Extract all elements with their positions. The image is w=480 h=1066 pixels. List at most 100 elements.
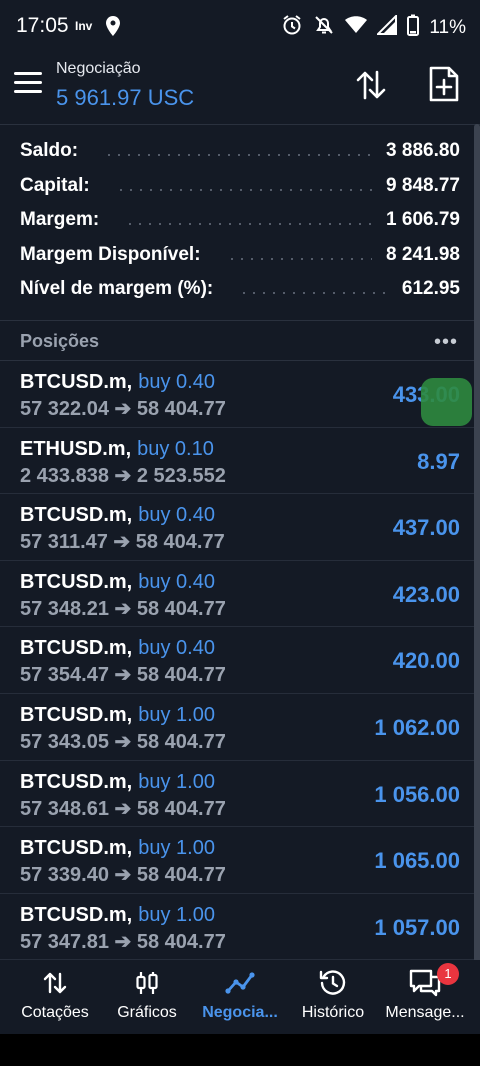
summary-value: 1 606.79 — [386, 209, 460, 231]
bottom-navigation: Cotações Gráficos Negocia... Histórico 1 — [0, 960, 480, 1034]
position-prices: 57 343.05 ➔ 58 404.77 — [20, 730, 226, 753]
positions-list: BTCUSD.m, buy 0.40 57 322.04 ➔ 58 404.77 … — [0, 361, 480, 961]
sort-button[interactable] — [354, 68, 388, 102]
position-prices: 57 348.21 ➔ 58 404.77 — [20, 597, 226, 620]
summary-row-free-margin: Margem Disponível: 8 241.98 — [0, 238, 480, 273]
position-profit: 437.00 — [392, 515, 460, 541]
nav-label: Negocia... — [202, 1004, 278, 1021]
menu-button[interactable] — [14, 72, 42, 94]
nav-item-messages[interactable]: 1 Mensage... — [378, 960, 472, 1034]
position-prices: 57 311.47 ➔ 58 404.77 — [20, 531, 225, 554]
nav-item-charts[interactable]: Gráficos — [104, 960, 190, 1034]
position-prices: 2 433.838 ➔ 2 523.552 — [20, 464, 226, 487]
mute-notifications-icon — [313, 14, 335, 41]
position-row[interactable]: BTCUSD.m, buy 1.00 57 347.81 ➔ 58 404.77 … — [0, 894, 480, 961]
nav-label: Cotações — [21, 1004, 89, 1021]
nav-label: Gráficos — [117, 1004, 177, 1021]
position-symbol: ETHUSD.m, — [20, 437, 132, 460]
position-side: buy 0.40 — [138, 570, 215, 593]
position-side: buy 0.40 — [138, 504, 215, 527]
position-symbol: BTCUSD.m, — [20, 903, 133, 926]
scrollbar[interactable] — [474, 124, 480, 964]
dotted-leader — [125, 223, 373, 226]
position-row[interactable]: BTCUSD.m, buy 0.40 57 311.47 ➔ 58 404.77 … — [0, 494, 480, 561]
nav-item-history[interactable]: Histórico — [292, 960, 374, 1034]
status-time: 17:05 — [16, 14, 69, 37]
trade-icon — [225, 968, 255, 998]
position-side: buy 1.00 — [138, 903, 215, 926]
position-profit: 8.97 — [417, 448, 460, 474]
position-row[interactable]: ETHUSD.m, buy 0.10 2 433.838 ➔ 2 523.552 … — [0, 428, 480, 495]
more-options-icon[interactable]: ••• — [434, 331, 458, 354]
position-row[interactable]: BTCUSD.m, buy 1.00 57 348.61 ➔ 58 404.77 … — [0, 761, 480, 828]
position-symbol: BTCUSD.m, — [20, 371, 133, 393]
position-row[interactable]: BTCUSD.m, buy 1.00 57 339.40 ➔ 58 404.77 … — [0, 827, 480, 894]
summary-row-margin: Margem: 1 606.79 — [0, 203, 480, 238]
account-name[interactable]: Negociação — [56, 60, 141, 78]
position-row[interactable]: BTCUSD.m, buy 1.00 57 343.05 ➔ 58 404.77 … — [0, 694, 480, 761]
position-profit: 423.00 — [392, 581, 460, 607]
position-row[interactable]: BTCUSD.m, buy 0.40 57 322.04 ➔ 58 404.77 … — [0, 361, 480, 428]
position-symbol: BTCUSD.m, — [20, 570, 133, 593]
position-symbol: BTCUSD.m, — [20, 637, 133, 660]
header-divider — [0, 124, 480, 125]
nav-label: Mensage... — [385, 1004, 465, 1021]
nav-label: Histórico — [301, 1004, 365, 1021]
positions-title: Posições — [20, 331, 100, 351]
new-document-icon — [429, 66, 459, 102]
position-prices: 57 347.81 ➔ 58 404.77 — [20, 930, 226, 953]
position-side: buy 0.40 — [138, 637, 215, 660]
summary-value: 3 886.80 — [386, 140, 460, 162]
summary-value: 9 848.77 — [386, 174, 460, 196]
sort-arrows-icon — [356, 70, 386, 100]
summary-divider — [0, 320, 480, 321]
position-side: buy 0.10 — [137, 437, 214, 460]
history-icon — [318, 968, 348, 998]
position-profit: 1 062.00 — [374, 714, 460, 740]
position-prices: 57 348.61 ➔ 58 404.77 — [20, 797, 226, 820]
unread-badge: 1 — [437, 963, 459, 985]
nav-item-quotes[interactable]: Cotações — [10, 960, 100, 1034]
floating-action-button[interactable] — [421, 378, 472, 426]
summary-row-margin-level: Nível de margem (%): 612.95 — [0, 272, 480, 307]
account-balance[interactable]: 5 961.97 USC — [56, 85, 194, 111]
alarm-icon — [281, 14, 303, 41]
nav-item-trade[interactable]: Negocia... — [192, 960, 288, 1034]
status-bar: 17:05 Inv 11% — [0, 0, 480, 52]
position-row[interactable]: BTCUSD.m, buy 0.40 57 348.21 ➔ 58 404.77 … — [0, 561, 480, 628]
positions-header: Posições ••• — [0, 322, 480, 360]
position-symbol: BTCUSD.m, — [20, 770, 133, 793]
summary-row-equity: Capital: 9 848.77 — [0, 169, 480, 204]
summary-value: 8 241.98 — [386, 243, 460, 265]
position-symbol: BTCUSD.m, — [20, 504, 133, 527]
position-profit: 1 057.00 — [374, 914, 460, 940]
wifi-icon — [345, 15, 368, 40]
summary-label: Margem: — [20, 209, 100, 231]
messages-icon: 1 — [408, 963, 459, 998]
position-profit: 1 056.00 — [374, 781, 460, 807]
summary-row-balance: Saldo: 3 886.80 — [0, 134, 480, 169]
dotted-leader — [115, 188, 373, 191]
summary-label: Capital: — [20, 174, 90, 196]
app-screen: 17:05 Inv 11% Negociação 5 961.97 USC Sa… — [0, 0, 480, 1034]
position-side: buy 1.00 — [138, 703, 215, 726]
position-side: buy 1.00 — [138, 837, 215, 860]
position-prices: 57 322.04 ➔ 58 404.77 — [20, 398, 226, 420]
new-order-button[interactable] — [428, 66, 460, 102]
menu-icon — [14, 72, 42, 75]
battery-percent: 11% — [429, 16, 466, 38]
summary-value: 612.95 — [401, 278, 460, 300]
app-header: Negociação 5 961.97 USC — [0, 52, 480, 122]
position-symbol: BTCUSD.m, — [20, 703, 133, 726]
dotted-leader — [226, 257, 373, 260]
carrier-icon: Inv — [75, 19, 93, 33]
position-row[interactable]: BTCUSD.m, buy 0.40 57 354.47 ➔ 58 404.77 … — [0, 627, 480, 694]
summary-label: Nível de margem (%): — [20, 278, 214, 300]
position-side: buy 1.00 — [138, 770, 215, 793]
signal-icon — [375, 13, 398, 40]
location-icon — [106, 16, 120, 41]
position-prices: 57 354.47 ➔ 58 404.77 — [20, 664, 226, 687]
account-summary: Saldo: 3 886.80 Capital: 9 848.77 Margem… — [0, 134, 480, 307]
position-profit: 420.00 — [392, 648, 460, 674]
summary-label: Saldo: — [20, 140, 79, 162]
